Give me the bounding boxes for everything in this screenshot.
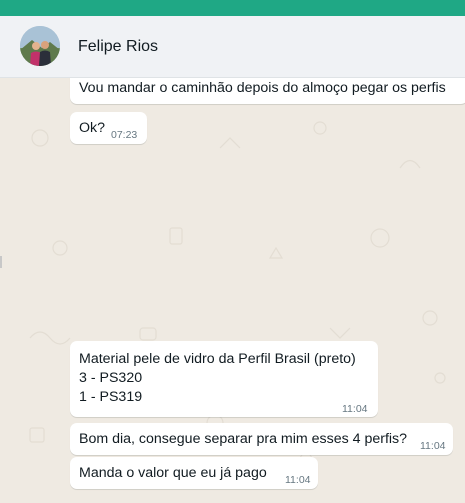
message-time: 11:04 bbox=[420, 440, 446, 452]
avatar-photo-icon bbox=[20, 26, 60, 66]
message-bubble[interactable]: Material pele de vidro da Perfil Brasil … bbox=[70, 341, 378, 417]
contact-avatar[interactable] bbox=[20, 26, 60, 66]
message-time: 07:23 bbox=[111, 129, 138, 141]
scroll-indicator[interactable] bbox=[0, 256, 2, 268]
message-time: 11:04 bbox=[285, 474, 311, 486]
message-bubble[interactable]: Manda o valor que eu já pago 11:04 bbox=[70, 457, 318, 489]
message-line: Material pele de vidro da Perfil Brasil … bbox=[79, 351, 356, 367]
chat-area[interactable]: Vou mandar o caminhão depois do almoço p… bbox=[0, 78, 465, 503]
chat-header[interactable]: Felipe Rios bbox=[0, 16, 465, 78]
message-time: 11:04 bbox=[342, 403, 368, 415]
message-text: Vou mandar o caminhão depois do almoço p… bbox=[79, 80, 446, 96]
message-line: 3 - PS320 bbox=[79, 370, 143, 386]
top-accent-bar bbox=[0, 0, 465, 16]
message-text: Manda o valor que eu já pago bbox=[79, 465, 267, 481]
message-line: 1 - PS319 bbox=[79, 389, 143, 405]
message-bubble[interactable]: Bom dia, consegue separar pra mim esses … bbox=[70, 423, 453, 455]
message-text: Bom dia, consegue separar pra mim esses … bbox=[79, 431, 408, 447]
message-text: Ok? bbox=[79, 120, 106, 136]
message-bubble[interactable]: Ok? 07:23 bbox=[70, 112, 147, 144]
message-bubble[interactable]: Vou mandar o caminhão depois do almoço p… bbox=[70, 78, 465, 104]
contact-name[interactable]: Felipe Rios bbox=[78, 38, 158, 56]
